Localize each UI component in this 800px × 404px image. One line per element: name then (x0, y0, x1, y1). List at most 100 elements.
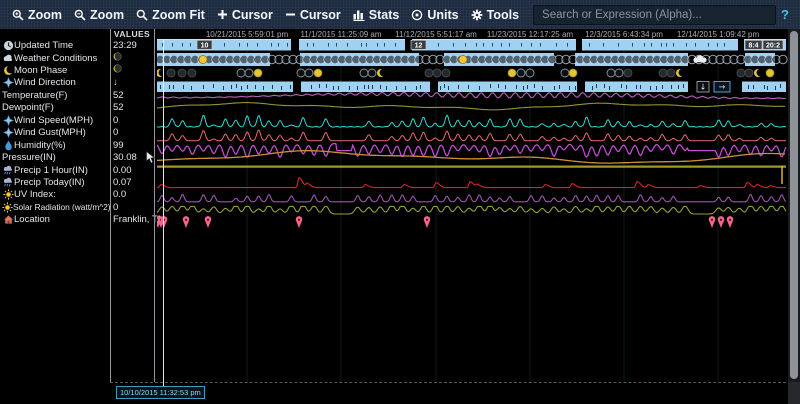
bottom-axis-line (110, 382, 786, 383)
series-value: 0 (113, 127, 118, 138)
series-value: 23:29 (113, 40, 137, 51)
series-label: Updated Time (14, 40, 73, 51)
remove-cursor-button[interactable]: Cursor (279, 8, 347, 22)
button-label: Cursor (300, 8, 341, 22)
cloud-icon (2, 53, 14, 63)
zoom-fit-button[interactable]: Zoom Fit (130, 8, 211, 22)
series-value: ↓ (113, 77, 118, 88)
location-pin (296, 216, 303, 228)
series-label: Humidity(%) (14, 140, 66, 151)
values-header: VALUES (110, 29, 154, 39)
series-value: 30.08 (113, 152, 137, 163)
button-label: Zoom (28, 8, 62, 22)
series-value: 52 (113, 90, 124, 101)
wind-star-icon (2, 115, 14, 126)
value-cell-weather-conditions (113, 52, 154, 65)
series-row-pressure-in[interactable]: Pressure(IN) (0, 151, 110, 164)
zoom-in-button[interactable]: Zoom (6, 8, 68, 22)
series-row-weather-conditions[interactable]: Weather Conditions (0, 52, 110, 65)
series-label: Wind Speed(MPH) (14, 115, 93, 126)
svg-text:12: 12 (415, 42, 423, 49)
series-row-precip-1-hour-in[interactable]: Precip 1 Hour(IN) (0, 164, 110, 177)
series-label: Precip 1 Hour(IN) (14, 165, 88, 176)
rain-cloud-icon (2, 177, 14, 188)
series-row-humidity[interactable]: Humidity(%) (0, 139, 110, 152)
plus-icon (217, 9, 228, 20)
value-cell-wind-gust-mph: 0 (113, 126, 154, 139)
droplet-icon (2, 140, 14, 151)
location-pin (727, 216, 734, 228)
gear-icon (471, 9, 483, 21)
circled-dot-icon (411, 9, 423, 21)
value-cell-humidity: 99 (113, 139, 154, 152)
series-value: 99 (113, 140, 124, 151)
tools-button[interactable]: Tools (465, 8, 525, 22)
series-row-uv-index[interactable]: UV Index: (0, 188, 110, 201)
help-button[interactable]: ? (776, 7, 794, 22)
series-value: 0 (113, 202, 118, 213)
value-cell-precip-today-in: 0.07 (113, 176, 154, 189)
series-value: 0 (113, 115, 118, 126)
mouse-cursor-icon (146, 151, 156, 169)
series-row-updated-time[interactable]: Updated Time (0, 39, 110, 52)
series-row-moon-phase[interactable]: Moon Phase (0, 64, 110, 77)
cursor-timestamp: 10/10/2015 11:32:53 pm (116, 386, 205, 399)
home-icon (2, 214, 14, 225)
minus-icon (285, 9, 296, 20)
chart-tracks[interactable]: 10 12 8:4 20:2 ↓ → (157, 29, 789, 389)
series-row-temperature-f[interactable]: Temperature(F) (0, 89, 110, 102)
magnifier-icon (136, 9, 148, 21)
zoom-out-button[interactable]: Zoom (68, 8, 130, 22)
location-pin (183, 216, 190, 228)
series-value: 0.07 (113, 177, 132, 188)
series-row-dewpoint-f[interactable]: Dewpoint(F) (0, 101, 110, 114)
stats-button[interactable]: Stats (347, 8, 406, 22)
scrollbar-corner (788, 382, 800, 404)
sun-icon (2, 202, 13, 213)
magnifier-plus-icon (12, 9, 24, 21)
button-label: Tools (487, 8, 519, 22)
series-label: Pressure(IN) (2, 152, 56, 163)
sun-icon (2, 189, 14, 200)
series-label: Solar Radiation (watt/m^2) (13, 202, 111, 212)
series-label: Wind Gust(MPH) (14, 127, 86, 138)
scrollbar-thumb[interactable] (790, 31, 798, 379)
values-left-separator (110, 29, 111, 382)
series-label: Temperature(F) (2, 90, 67, 101)
button-label: Zoom (90, 8, 124, 22)
location-pin (718, 216, 725, 228)
series-row-precip-today-in[interactable]: Precip Today(IN) (0, 176, 110, 189)
series-row-wind-direction[interactable]: Wind Direction (0, 76, 110, 89)
add-cursor-button[interactable]: Cursor (211, 8, 279, 22)
series-label: UV Index: (14, 189, 56, 200)
value-cell-temperature-f: 52 (113, 89, 154, 102)
wind-star-icon (2, 127, 14, 138)
svg-text:↓: ↓ (700, 83, 707, 92)
series-row-wind-speed-mph[interactable]: Wind Speed(MPH) (0, 114, 110, 127)
series-label: Wind Direction (14, 77, 76, 88)
series-row-solar-radiation-watt-m-2[interactable]: Solar Radiation (watt/m^2) (0, 201, 110, 214)
svg-text:10: 10 (201, 42, 209, 49)
series-label: Dewpoint(F) (2, 102, 54, 113)
moon-phase-glyph (113, 64, 122, 76)
series-row-wind-gust-mph[interactable]: Wind Gust(MPH) (0, 126, 110, 139)
location-pin (709, 216, 716, 228)
value-cell-moon-phase (113, 64, 154, 77)
svg-text:→: → (719, 83, 726, 92)
series-row-location[interactable]: Location (0, 213, 110, 226)
moon-icon (2, 65, 14, 76)
location-pin (205, 216, 212, 228)
weather-trend-viewer: Zoom Zoom Zoom Fit Cursor Cursor Stats U… (0, 0, 800, 404)
toolbar: Zoom Zoom Zoom Fit Cursor Cursor Stats U… (0, 0, 800, 29)
svg-text:8:4: 8:4 (748, 42, 758, 49)
rain-cloud-icon (2, 165, 14, 176)
time-cursor[interactable] (163, 39, 164, 388)
search-input[interactable] (533, 5, 776, 25)
svg-text:20:2: 20:2 (766, 42, 780, 49)
value-cell-wind-direction: ↓ (113, 76, 154, 89)
value-cell-updated-time: 23:29 (113, 39, 154, 52)
clock-icon (2, 40, 14, 51)
value-cell-solar-radiation-watt-m-2: 0 (113, 201, 154, 214)
units-button[interactable]: Units (405, 8, 464, 22)
series-value: 0.00 (113, 165, 132, 176)
